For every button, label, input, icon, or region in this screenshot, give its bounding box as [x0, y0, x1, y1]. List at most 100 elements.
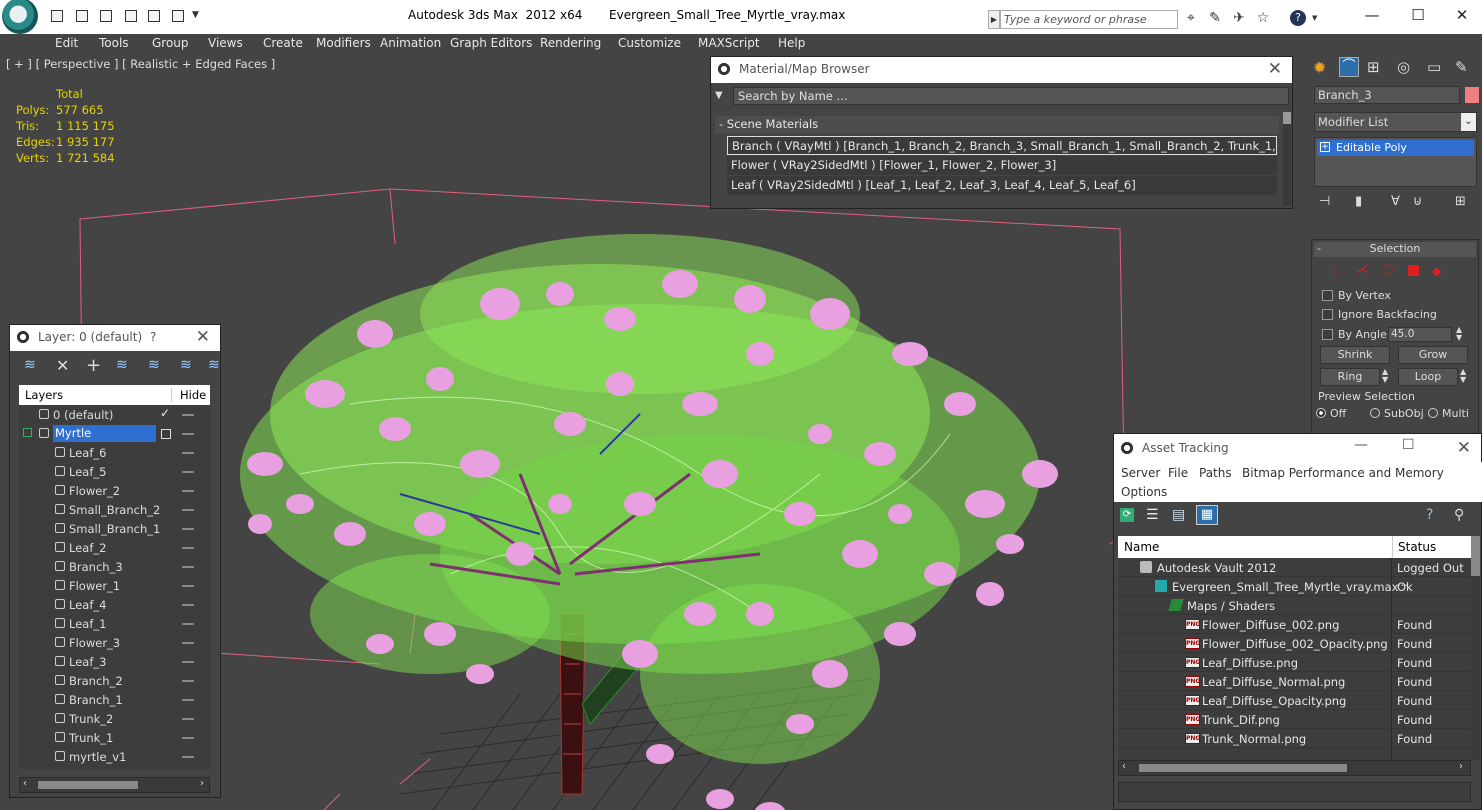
layer-row[interactable]: Leaf_4	[19, 595, 210, 614]
layer-row[interactable]: Flower_2	[19, 481, 210, 500]
minimize-button[interactable]: —	[1352, 4, 1392, 26]
menu-rendering[interactable]: Rendering	[540, 36, 601, 50]
layer-row[interactable]: 0 (default) ✓	[19, 405, 210, 424]
communication-center-icon[interactable]: ✈	[1231, 10, 1247, 26]
motion-tab-icon[interactable]: ◎	[1397, 58, 1410, 76]
hide-toggle[interactable]	[182, 756, 194, 758]
scene-materials-header[interactable]: - Scene Materials	[715, 116, 1279, 134]
ring-button[interactable]: Ring	[1320, 368, 1380, 386]
ring-spinner-icon[interactable]: ▲ ▼	[1382, 368, 1388, 384]
asset-row[interactable]: PNG Flower_Diffuse_002_Opacity.png Found	[1118, 634, 1471, 653]
hierarchy-tab-icon[interactable]: ⊞	[1367, 58, 1380, 76]
hide-toggle[interactable]	[182, 433, 194, 435]
modify-tab-icon[interactable]: ⌒	[1339, 57, 1359, 77]
close-icon[interactable]: ✕	[1268, 59, 1282, 79]
asset-row[interactable]: Autodesk Vault 2012 Logged Out ...	[1118, 558, 1471, 589]
layer-row[interactable]: Leaf_1	[19, 614, 210, 633]
polygon-mode-icon[interactable]	[1408, 265, 1419, 276]
layer-row[interactable]: Flower_3	[19, 633, 210, 652]
list-view-icon[interactable]: ☰	[1146, 507, 1159, 523]
maximize-button[interactable]: ☐	[1398, 4, 1438, 26]
scroll-right-icon[interactable]: ›	[1459, 761, 1463, 772]
configure-sets-icon[interactable]: ⊞	[1455, 194, 1466, 209]
delete-layer-icon[interactable]: ✕	[56, 356, 69, 375]
viewport-label[interactable]: [ + ] [ Perspective ] [ Realistic + Edge…	[6, 57, 275, 71]
hide-toggle[interactable]	[182, 528, 194, 530]
material-row-flower[interactable]: Flower ( VRay2SidedMtl ) [Flower_1, Flow…	[727, 156, 1277, 175]
remove-modifier-icon[interactable]: ⊍	[1413, 194, 1423, 209]
menu-file[interactable]: File	[1168, 466, 1188, 480]
menu-graph-editors[interactable]: Graph Editors	[450, 36, 532, 50]
scroll-right-icon[interactable]: ›	[200, 778, 204, 789]
close-icon[interactable]: ✕	[196, 327, 210, 347]
maximize-icon[interactable]: ☐	[1402, 437, 1415, 453]
element-mode-icon[interactable]: ◆	[1432, 264, 1441, 278]
col-hide[interactable]: Hide	[171, 388, 206, 402]
select-objects-icon[interactable]: ≋	[116, 357, 128, 373]
menu-bitmap-performance[interactable]: Bitmap Performance and Memory	[1242, 466, 1444, 480]
select-layer-icon[interactable]: ≋	[148, 357, 160, 373]
hide-toggle[interactable]	[182, 642, 194, 644]
asset-row[interactable]: Evergreen_Small_Tree_Myrtle_vray.max Ok	[1118, 577, 1471, 596]
menu-paths[interactable]: Paths	[1199, 466, 1232, 480]
hide-all-layers-icon[interactable]: ≋	[208, 357, 220, 373]
by-vertex-checkbox[interactable]	[1322, 290, 1333, 301]
object-name-field[interactable]: Branch_3	[1314, 86, 1460, 104]
make-unique-icon[interactable]: ∀	[1391, 194, 1400, 209]
help-button[interactable]: ?	[150, 330, 156, 344]
asset-tracking-titlebar[interactable]: Asset Tracking — ☐ ✕	[1114, 434, 1481, 462]
menu-animation[interactable]: Animation	[380, 36, 441, 50]
col-layers[interactable]: Layers	[25, 388, 63, 402]
hide-toggle[interactable]	[182, 452, 194, 454]
scroll-left-icon[interactable]: ‹	[23, 778, 27, 789]
undo-icon[interactable]	[100, 10, 112, 22]
asset-row[interactable]: PNG Leaf_Diffuse_Normal.png Found	[1118, 672, 1471, 691]
hide-toggle[interactable]	[182, 414, 194, 416]
checkmark-icon[interactable]: ✓	[160, 406, 170, 420]
ignore-backfacing-checkbox[interactable]	[1322, 309, 1333, 320]
preview-off-radio[interactable]	[1316, 408, 1326, 418]
save-file-icon[interactable]	[76, 10, 88, 22]
material-browser-titlebar[interactable]: Material/Map Browser ✕	[711, 57, 1292, 83]
loop-spinner-icon[interactable]: ▲ ▼	[1460, 368, 1466, 384]
hide-toggle[interactable]	[182, 737, 194, 739]
layer-row[interactable]: Flower_1	[19, 576, 210, 595]
layer-row[interactable]: Small_Branch_1	[19, 519, 210, 538]
utilities-tab-icon[interactable]: ✎	[1455, 58, 1468, 76]
layer-window-titlebar[interactable]: Layer: 0 (default) ? ✕	[10, 325, 220, 351]
hide-toggle[interactable]	[182, 509, 194, 511]
menu-tools[interactable]: Tools	[99, 36, 129, 50]
favorites-star-icon[interactable]: ☆	[1255, 10, 1271, 26]
selection-rollout-header[interactable]: - Selection	[1314, 242, 1476, 257]
create-layer-icon[interactable]: ≋	[24, 357, 36, 373]
asset-row[interactable]: PNG Trunk_Normal.png Found	[1118, 729, 1471, 748]
wrench-icon[interactable]: ✎	[1207, 10, 1223, 26]
layer-row[interactable]: Branch_1	[19, 690, 210, 709]
material-browser-scrollbar[interactable]	[1283, 112, 1291, 206]
asset-row[interactable]: PNG Leaf_Diffuse.png Found	[1118, 653, 1471, 672]
layer-hscrollbar[interactable]: ‹ ›	[19, 777, 210, 793]
border-mode-icon[interactable]: ◌	[1382, 262, 1393, 277]
asset-row[interactable]: PNG Trunk_Dif.png Found	[1118, 710, 1471, 729]
hide-toggle[interactable]	[182, 547, 194, 549]
layer-row[interactable]: Leaf_5	[19, 462, 210, 481]
refresh-icon[interactable]: ⟳	[1120, 508, 1134, 522]
preview-multi-radio[interactable]	[1428, 408, 1438, 418]
layer-row[interactable]: Leaf_6	[19, 443, 210, 462]
asset-table-vscrollbar[interactable]	[1471, 536, 1480, 760]
hide-toggle[interactable]	[182, 585, 194, 587]
hide-toggle[interactable]	[182, 699, 194, 701]
pin-stack-icon[interactable]: ⊣	[1319, 194, 1330, 209]
asset-hscrollbar[interactable]: ‹ ›	[1118, 760, 1471, 776]
open-file-icon[interactable]	[51, 10, 63, 22]
loop-button[interactable]: Loop	[1398, 368, 1458, 386]
keyword-search-input[interactable]: Type a keyword or phrase	[1000, 10, 1178, 29]
angle-value-input[interactable]: 45.0	[1388, 327, 1452, 342]
project-folder-icon[interactable]	[125, 10, 137, 22]
hide-toggle[interactable]	[182, 718, 194, 720]
scroll-left-icon[interactable]: ‹	[1122, 761, 1126, 772]
current-layer-checkbox[interactable]	[161, 429, 171, 439]
help-icon[interactable]: ?	[1290, 10, 1306, 26]
display-tab-icon[interactable]: ▭	[1427, 58, 1441, 76]
hide-toggle[interactable]	[182, 661, 194, 663]
